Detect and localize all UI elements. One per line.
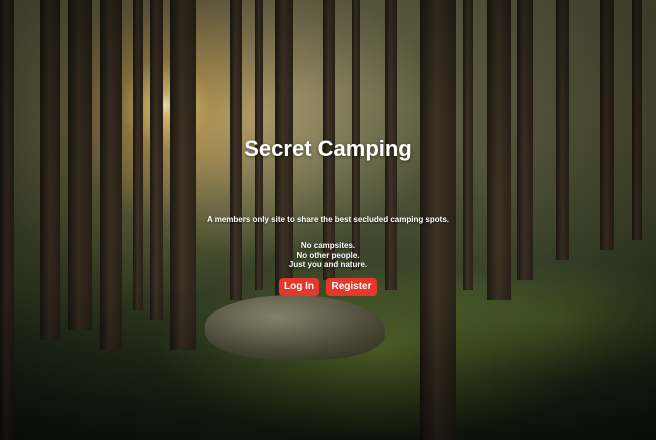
tagline-line-3: Just you and nature. xyxy=(288,260,368,269)
hero-section: Secret Camping A members only site to sh… xyxy=(0,0,656,440)
site-subtitle: A members only site to share the best se… xyxy=(207,215,449,224)
tagline-line-1: No campsites. xyxy=(300,241,356,250)
register-button[interactable]: Register xyxy=(326,278,377,296)
tagline-line-2: No other people. xyxy=(296,250,360,260)
login-button[interactable]: Log In xyxy=(279,278,319,296)
site-title: Secret Camping xyxy=(244,136,412,161)
hero-content: Secret Camping A members only site to sh… xyxy=(0,0,656,440)
tagline: No campsites. No other people. Just you … xyxy=(0,241,656,270)
auth-buttons: Log In Register xyxy=(0,278,656,296)
